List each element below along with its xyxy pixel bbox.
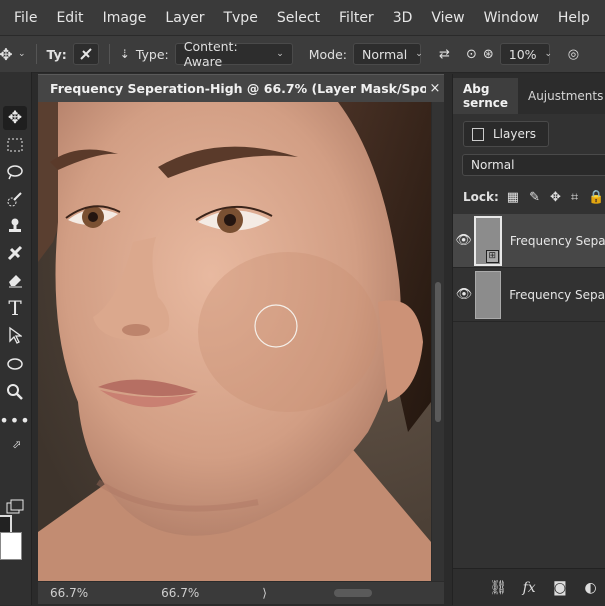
panel-bottom-bar: ⛓ fx ◙ ◐ <box>453 568 605 606</box>
background-color-swatch[interactable] <box>0 532 22 560</box>
lasso-tool-icon[interactable] <box>3 160 27 184</box>
layers-icon <box>472 127 484 141</box>
lock-image-pixels-icon[interactable]: ✎ <box>529 190 540 205</box>
more-tools-icon[interactable]: ••• <box>0 408 30 432</box>
layer-name[interactable]: Frequency Separation-High <box>510 234 605 248</box>
lock-position-icon[interactable]: ✥ <box>550 190 561 205</box>
menu-bar: File Edit Image Layer Tvpe Select Filter… <box>0 0 605 35</box>
scrollbar-thumb[interactable] <box>435 282 441 422</box>
quick-selection-tool-icon[interactable] <box>3 187 27 211</box>
lock-transparent-pixels-icon[interactable]: ▦ <box>507 190 519 205</box>
menu-file[interactable]: File <box>14 10 37 26</box>
add-mask-icon[interactable]: ◙ <box>545 580 576 596</box>
vertical-scrollbar[interactable] <box>432 102 444 581</box>
opacity-value: 10% <box>508 46 537 62</box>
marquee-tool-icon[interactable] <box>3 133 27 157</box>
eye-icon[interactable]: 👁 <box>453 287 475 302</box>
healing-brush-button[interactable] <box>72 43 99 65</box>
mode-value: Normal <box>362 46 408 62</box>
layer-row[interactable]: 👁 Frequency Separation-Low <box>453 268 605 322</box>
lock-artboard-icon[interactable]: ⌗ <box>571 190 578 205</box>
layer-row[interactable]: 👁 ⊞ Frequency Separation-High <box>453 214 605 268</box>
status-bar: 66.7% 66.7% ⟩ <box>38 582 444 604</box>
layer-thumbnail[interactable] <box>474 270 502 319</box>
lock-all-icon[interactable]: 🔒 <box>588 190 604 205</box>
type-value: Content: Aware <box>183 39 238 69</box>
ty-label: Ty: <box>46 46 67 62</box>
divider <box>35 44 37 64</box>
tab-absence[interactable]: Abg sernce <box>453 78 518 114</box>
tab-adjustments[interactable]: Aujustments <box>518 78 605 114</box>
adjustment-layer-icon[interactable]: ◐ <box>575 580 605 596</box>
type-label: Type: <box>135 46 169 62</box>
image-canvas[interactable] <box>38 102 431 581</box>
healing-brush-tool-icon[interactable] <box>3 241 27 265</box>
bandage-icon <box>80 48 92 60</box>
tools-panel: ✥ T ••• ⬀ <box>0 72 32 605</box>
layers-button[interactable]: Llayers <box>463 121 550 147</box>
zoom-tool-icon[interactable] <box>3 380 27 404</box>
menu-edit[interactable]: Edit <box>56 10 83 26</box>
menu-3d[interactable]: 3D <box>393 10 413 26</box>
chevron-down-icon: ⌄ <box>544 49 553 59</box>
opacity-field[interactable]: 10% ⌄ <box>499 43 553 65</box>
layer-thumbnail[interactable]: ⊞ <box>474 215 502 266</box>
swap-colors-icon[interactable]: ⬀ <box>11 438 23 451</box>
document-tab[interactable]: Frequency Seperation-High @ 66.7% (Layer… <box>38 74 444 102</box>
chevron-down-icon: ⌄ <box>276 49 284 59</box>
eye-icon[interactable]: 👁 <box>453 233 474 248</box>
menu-image[interactable]: Image <box>103 10 147 26</box>
settings-icon[interactable]: ◎ <box>568 47 579 62</box>
diffusion-icon[interactable]: ⊛ <box>483 47 494 62</box>
zoom-level[interactable]: 66.7% <box>50 586 88 600</box>
link-layers-icon[interactable]: ⛓ <box>483 580 514 596</box>
menu-select[interactable]: Select <box>277 10 320 26</box>
type-select[interactable]: Content: Aware ⌄ <box>174 39 293 69</box>
screen-mode-icon[interactable] <box>3 495 27 519</box>
lock-row: Lock: ▦ ✎ ✥ ⌗ 🔒 <box>453 186 605 208</box>
type-tool-icon[interactable]: T <box>3 296 27 320</box>
chevron-down-icon[interactable]: ⌄ <box>18 49 26 59</box>
menu-layer[interactable]: Layer <box>165 10 204 26</box>
menu-filter[interactable]: Filter <box>339 10 374 26</box>
menu-type[interactable]: Tvpe <box>223 10 257 26</box>
lock-label: Lock: <box>463 190 499 204</box>
move-tool-icon[interactable]: ✥ <box>0 44 16 64</box>
sample-all-icon[interactable]: ⇄ <box>439 47 450 62</box>
close-icon[interactable]: × <box>426 81 444 96</box>
layers-label: Llayers <box>493 127 537 141</box>
menu-view[interactable]: View <box>431 10 464 26</box>
move-tool-icon[interactable]: ✥ <box>3 106 27 130</box>
ellipse-tool-icon[interactable] <box>3 352 27 376</box>
path-selection-tool-icon[interactable] <box>3 323 27 347</box>
blend-mode-value: Normal <box>471 158 515 172</box>
menu-help[interactable]: Help <box>558 10 590 26</box>
mode-select[interactable]: Normal ⌄ <box>353 43 423 65</box>
status-arrow-icon[interactable]: ⟩ <box>262 586 267 600</box>
brush-settings-icon[interactable]: ⇣ <box>120 47 130 61</box>
fx-icon[interactable]: fx <box>514 580 545 596</box>
layer-mask-icon: ⊞ <box>485 249 499 263</box>
panel-tabs: Abg sernce Aujustments <box>453 74 605 114</box>
eraser-tool-icon[interactable] <box>3 268 27 292</box>
options-bar: ✥ ⌄ Ty: ⇣ Type: Content: Aware ⌄ Mode: N… <box>0 35 605 73</box>
pressure-icon[interactable]: ⊙ <box>466 47 477 62</box>
menu-window[interactable]: Window <box>484 10 539 26</box>
mode-label: Mode: <box>308 46 348 62</box>
stamp-tool-icon[interactable] <box>3 214 27 238</box>
divider <box>108 44 110 64</box>
layer-name[interactable]: Frequency Separation-Low <box>509 288 605 302</box>
chevron-down-icon: ⌄ <box>415 49 423 59</box>
document-title: Frequency Seperation-High @ 66.7% (Layer… <box>50 81 426 96</box>
horizontal-scrollbar-thumb[interactable] <box>334 589 372 597</box>
portrait-photo <box>38 102 431 581</box>
blend-mode-select[interactable]: Normal <box>462 154 605 176</box>
zoom-level-secondary: 66.7% <box>161 586 200 600</box>
layers-panel: Abg sernce Aujustments Llayers Normal Lo… <box>452 74 605 606</box>
